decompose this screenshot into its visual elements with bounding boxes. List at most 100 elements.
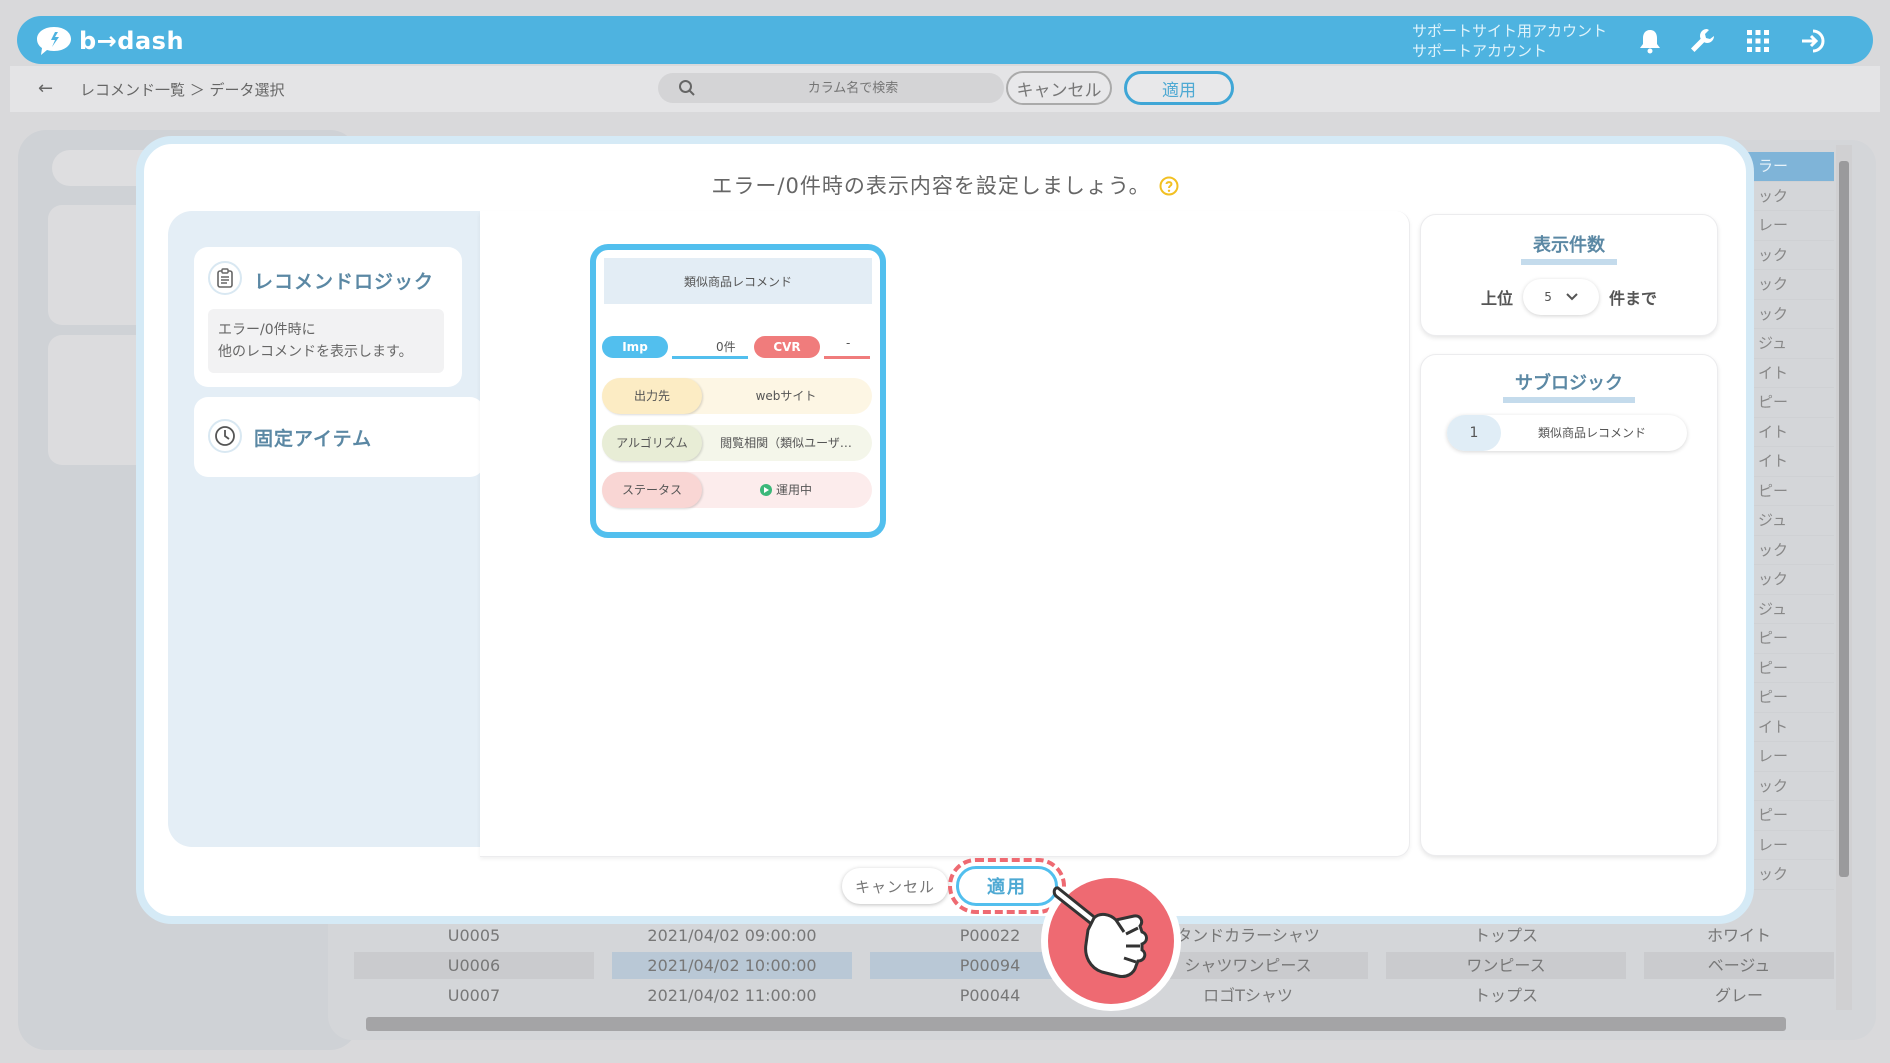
sublogic-title: サブロジック — [1421, 369, 1717, 403]
bg-color-cell: イト — [1748, 359, 1834, 388]
back-arrow-icon[interactable]: ← — [38, 78, 53, 99]
count-suffix: 件まで — [1609, 289, 1658, 308]
bell-icon[interactable] — [1635, 26, 1665, 56]
sublogic-title-text: サブロジック — [1503, 369, 1635, 403]
table-cell-color: グレー — [1714, 986, 1763, 1005]
logic-name: 類似商品レコメンド — [604, 258, 872, 304]
chevron-down-icon — [1566, 293, 1578, 301]
bg-color-cell: レー — [1748, 211, 1834, 241]
count-value: 5 — [1544, 290, 1552, 304]
table-cell-category: ワンピース — [1386, 952, 1626, 979]
bg-color-cell: ック — [1748, 565, 1834, 595]
modal-title: エラー/0件時の表示内容を設定しましょう。 — [144, 170, 1746, 200]
table-cell-user: U0006 — [354, 952, 594, 979]
horizontal-scrollbar[interactable] — [348, 1013, 1828, 1035]
bg-color-cell: ピー — [1748, 388, 1834, 418]
bg-color-cell: イト — [1748, 447, 1834, 477]
bg-color-cell: ック — [1748, 270, 1834, 300]
sublogic-item[interactable]: 1 類似商品レコメンド — [1447, 415, 1687, 451]
clipboard-icon — [208, 261, 242, 295]
bg-color-cell: ピー — [1748, 801, 1834, 831]
sub-toolbar: ← レコメンド一覧 ＞ データ選択 キャンセル 適用 — [10, 66, 1880, 112]
bg-color-cell: イト — [1748, 418, 1834, 447]
brand-logo[interactable]: b→dash — [35, 25, 184, 57]
output-label: 出力先 — [602, 378, 702, 414]
bg-color-cell: レー — [1748, 831, 1834, 860]
status-row: ステータス 運用中 — [602, 472, 872, 508]
cvr-underline — [824, 356, 870, 359]
desc-line-2: 他のレコメンドを表示します。 — [218, 344, 413, 360]
horizontal-scroll-thumb[interactable] — [366, 1017, 1786, 1031]
sublogic-card: サブロジック 1 類似商品レコメンド — [1420, 354, 1718, 856]
account-line-1: サポートサイト用アカウント — [1412, 22, 1608, 40]
play-icon — [759, 484, 772, 496]
imp-value: 0件 — [716, 340, 736, 354]
bg-color-cell: ジュ — [1748, 506, 1834, 536]
algorithm-value: 閲覧相関（類似ユーザ… — [720, 436, 852, 450]
recommend-logic-option[interactable]: レコメンドロジック エラー/0件時に 他のレコメンドを表示します。 — [194, 247, 462, 387]
bg-color-cell: ピー — [1748, 654, 1834, 683]
table-cell-datetime: 2021/04/02 11:00:00 — [647, 986, 817, 1005]
display-count-card: 表示件数 上位 5 件まで — [1420, 214, 1718, 336]
app-header: b→dash サポートサイト用アカウント サポートアカウント — [17, 16, 1873, 64]
account-line-2: サポートアカウント — [1412, 42, 1548, 60]
bg-color-cell: ック — [1748, 860, 1834, 890]
table-cell-category: トップス — [1473, 986, 1538, 1005]
bg-color-cell: ピー — [1748, 683, 1834, 713]
breadcrumb[interactable]: レコメンド一覧 ＞ データ選択 — [80, 79, 285, 100]
account-info[interactable]: サポートサイト用アカウント サポートアカウント — [1412, 21, 1607, 61]
fixed-item-title: 固定アイテム — [254, 428, 373, 450]
error-setting-modal: エラー/0件時の表示内容を設定しましょう。 レコメンドロジック エラー/0件時に… — [136, 136, 1754, 924]
logout-icon[interactable] — [1799, 26, 1829, 56]
selected-logic-card[interactable]: 類似商品レコメンド Imp 0件 CVR - 出力先 webサイト アルゴリズム… — [590, 244, 886, 538]
status-label: ステータス — [602, 472, 702, 508]
table-cell-color: ベージュ — [1644, 952, 1834, 979]
table-cell-category: トップス — [1473, 926, 1538, 945]
fixed-item-option[interactable]: 固定アイテム — [194, 397, 484, 477]
cvr-value: - — [846, 336, 851, 350]
table-cell-color: ホワイト — [1706, 926, 1771, 945]
help-icon[interactable] — [1159, 176, 1179, 196]
wrench-icon[interactable] — [1687, 26, 1717, 56]
bg-color-cell: レー — [1748, 742, 1834, 772]
recommend-logic-title: レコメンドロジック — [254, 271, 435, 293]
cvr-badge: CVR — [754, 336, 820, 358]
background-color-column: ラー ック レー ック ック ック ジュ イト ピー イト イト ピー ジュ ック ック ジュ ピー ピー ピー イト… — [1748, 152, 1834, 1004]
bg-color-cell: ピー — [1748, 624, 1834, 654]
grid-icon[interactable] — [1743, 26, 1773, 56]
bg-color-cell: ック — [1748, 300, 1834, 329]
bg-color-cell: イト — [1748, 713, 1834, 742]
algorithm-row: アルゴリズム 閲覧相関（類似ユーザ… — [602, 425, 872, 461]
table-cell-datetime: 2021/04/02 09:00:00 — [647, 926, 817, 945]
bg-color-cell: ック — [1748, 182, 1834, 211]
count-select[interactable]: 5 — [1523, 279, 1600, 315]
display-count-title: 表示件数 — [1421, 231, 1717, 265]
bg-color-cell: ジュ — [1748, 595, 1834, 624]
status-value-wrap: 運用中 — [706, 472, 866, 508]
bg-color-cell: ック — [1748, 772, 1834, 801]
algorithm-label: アルゴリズム — [602, 425, 702, 461]
vertical-scroll-thumb[interactable] — [1839, 161, 1849, 877]
bg-color-cell: ピー — [1748, 477, 1834, 506]
modal-cancel-button[interactable]: キャンセル — [842, 868, 948, 904]
bg-color-cell: ラー — [1748, 152, 1834, 182]
brand-name: b→dash — [79, 27, 185, 55]
table-cell-datetime: 2021/04/02 10:00:00 — [612, 952, 852, 979]
status-value: 運用中 — [775, 483, 812, 497]
vertical-scrollbar[interactable] — [1836, 145, 1852, 1010]
top-apply-button[interactable]: 適用 — [1124, 71, 1234, 105]
sublogic-item-number: 1 — [1447, 415, 1501, 451]
modal-title-text: エラー/0件時の表示内容を設定しましょう。 — [711, 174, 1151, 198]
search-input[interactable] — [718, 73, 988, 103]
column-search[interactable] — [658, 73, 1004, 103]
bg-color-cell: ジュ — [1748, 329, 1834, 359]
top-cancel-button[interactable]: キャンセル — [1006, 71, 1112, 105]
bg-color-cell: ック — [1748, 536, 1834, 565]
display-count-row: 上位 5 件まで — [1481, 279, 1657, 315]
setting-type-panel: レコメンドロジック エラー/0件時に 他のレコメンドを表示します。 固定アイテム — [168, 211, 484, 847]
search-icon — [679, 80, 695, 96]
table-cell-user: U0007 — [447, 986, 501, 1005]
count-prefix: 上位 — [1481, 289, 1514, 308]
output-value: webサイト — [755, 389, 817, 403]
imp-underline — [672, 356, 748, 359]
